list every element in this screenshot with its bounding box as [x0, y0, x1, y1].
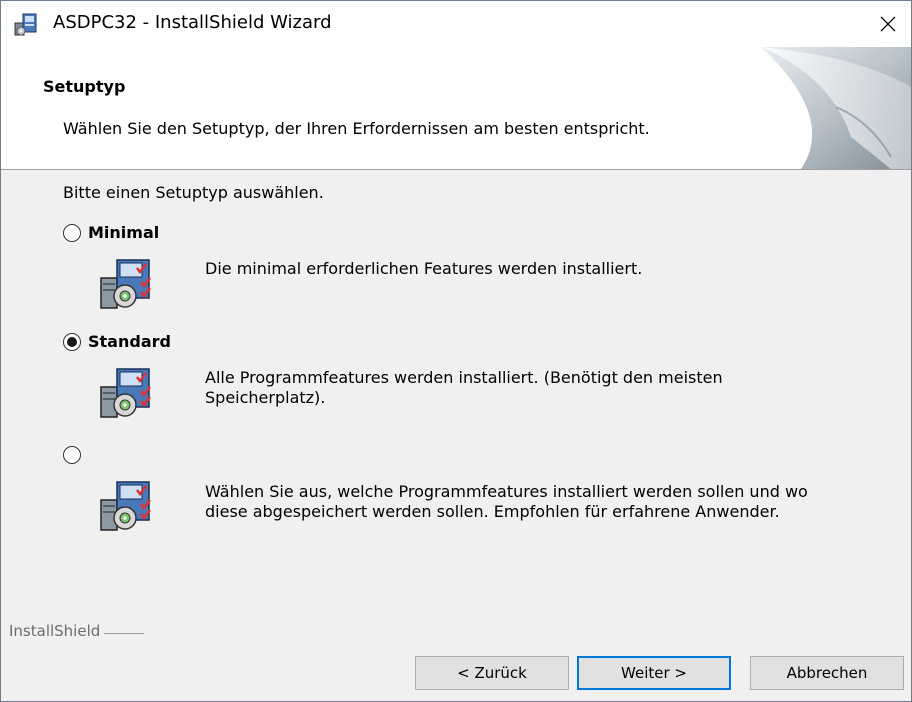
setup-package-icon	[100, 481, 151, 531]
page-subtitle: Wählen Sie den Setuptyp, der Ihren Erfor…	[63, 119, 650, 138]
wizard-header: Setuptyp Wählen Sie den Setuptyp, der Ih…	[1, 47, 911, 170]
title-bar[interactable]: ASDPC32 - InstallShield Wizard	[1, 1, 911, 47]
next-button[interactable]: Weiter >	[577, 656, 731, 690]
back-button[interactable]: < Zurück	[415, 656, 569, 690]
cancel-button[interactable]: Abbrechen	[750, 656, 904, 690]
option-standard-description: Alle Programmfeatures werden installiert…	[205, 368, 723, 407]
page-title: Setuptyp	[43, 77, 126, 96]
option-custom-description: Wählen Sie aus, welche Programmfeatures …	[205, 482, 808, 521]
option-minimal-label: Minimal	[88, 223, 160, 242]
option-standard-label: Standard	[88, 332, 171, 351]
setup-type-panel: Bitte einen Setuptyp auswählen. Minimal …	[1, 170, 911, 600]
close-button[interactable]	[865, 1, 911, 47]
radio-button-custom[interactable]	[63, 446, 81, 464]
brand-separator: InstallShield	[1, 621, 911, 641]
installer-app-icon	[14, 13, 37, 36]
option-standard-radio[interactable]: Standard	[63, 332, 171, 351]
option-minimal-description: Die minimal erforderlichen Features werd…	[205, 259, 643, 278]
setup-type-prompt: Bitte einen Setuptyp auswählen.	[63, 183, 324, 202]
option-minimal-radio[interactable]: Minimal	[63, 223, 159, 242]
option-custom-radio[interactable]	[63, 446, 88, 464]
setup-package-icon	[100, 259, 151, 309]
close-icon	[880, 16, 896, 32]
radio-button-minimal[interactable]	[63, 223, 81, 242]
installshield-brand: InstallShield	[9, 622, 101, 640]
page-curl-graphic	[761, 47, 911, 169]
radio-button-standard[interactable]	[63, 332, 81, 351]
setup-package-icon	[100, 368, 151, 418]
installer-window: ASDPC32 - InstallShield Wizard Setuptyp …	[0, 0, 912, 702]
separator-line	[104, 632, 145, 634]
window-title: ASDPC32 - InstallShield Wizard	[53, 12, 332, 33]
